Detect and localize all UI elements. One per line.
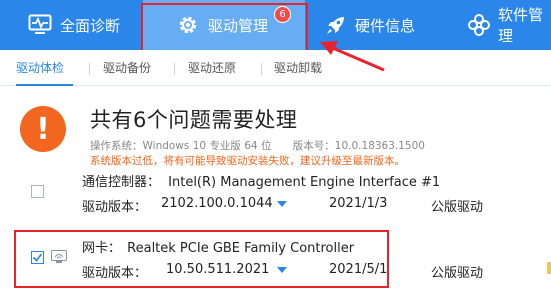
- nav-label-hardware-info: 硬件信息: [355, 16, 416, 35]
- nav-label-software-manage: 软件管理: [498, 6, 544, 45]
- device-checkbox[interactable]: [31, 185, 44, 198]
- monitor-pulse-icon: [28, 14, 52, 36]
- version-dropdown-icon[interactable]: [277, 267, 287, 273]
- tab-driver-restore[interactable]: 驱动还原: [188, 50, 236, 86]
- driver-version: 10.50.511.2021: [166, 262, 270, 277]
- system-info: 操作系统：Windows 10 专业版 64 位 版本号：10.0.18363.…: [90, 138, 443, 153]
- driver-version: 2102.100.0.1044: [161, 196, 273, 211]
- device-category: 通信控制器：: [82, 175, 161, 190]
- tab-driver-backup[interactable]: 驱动备份: [103, 50, 151, 86]
- driver-version-label: 驱动版本：: [82, 266, 148, 281]
- device-title: 网卡： Realtek PCIe GBE Family Controller: [82, 237, 354, 256]
- problem-headline: 共有6个问题需要处理: [90, 108, 298, 132]
- os-info: 操作系统：Windows 10 专业版 64 位: [90, 140, 272, 152]
- row-edge-marker: [547, 262, 551, 274]
- driver-date: 2021/1/3: [329, 196, 388, 211]
- tab-divider: [89, 63, 90, 75]
- rocket-icon: [325, 14, 347, 36]
- checkmark-icon: [32, 253, 43, 262]
- system-warning: 系统版本过低，将有可能导致驱动安装失败，建议升级至最新版本。: [90, 155, 405, 167]
- nav-label-diagnose: 全面诊断: [60, 16, 121, 35]
- driver-type: 公版驱动: [431, 266, 484, 281]
- tab-divider: [174, 63, 175, 75]
- driver-date: 2021/5/1: [329, 262, 388, 277]
- nav-item-software-manage[interactable]: 软件管理: [468, 0, 551, 50]
- device-category: 网卡：: [82, 241, 122, 256]
- nav-item-diagnose[interactable]: 全面诊断: [28, 0, 120, 50]
- version-dropdown-icon[interactable]: [277, 201, 287, 207]
- tab-driver-uninstall[interactable]: 驱动卸载: [274, 50, 322, 86]
- warning-icon: !: [20, 106, 66, 152]
- annotation-arrow-icon: [320, 41, 385, 72]
- device-checkbox[interactable]: [31, 251, 44, 264]
- device-name: Realtek PCIe GBE Family Controller: [127, 241, 355, 256]
- device-title: 通信控制器： Intel(R) Management Engine Interf…: [82, 171, 440, 190]
- tab-divider: [261, 63, 262, 75]
- network-card-icon: [51, 250, 67, 263]
- device-name: Intel(R) Management Engine Interface #1: [168, 175, 441, 190]
- apps-flower-icon: [468, 14, 490, 36]
- sub-tabs: 驱动体检 驱动备份 驱动还原 驱动卸载: [0, 50, 551, 86]
- os-version: 版本号：10.0.18363.1500: [292, 140, 425, 152]
- tab-driver-checkup[interactable]: 驱动体检: [16, 50, 73, 86]
- driver-version-label: 驱动版本：: [82, 200, 148, 215]
- driver-type: 公版驱动: [431, 200, 484, 215]
